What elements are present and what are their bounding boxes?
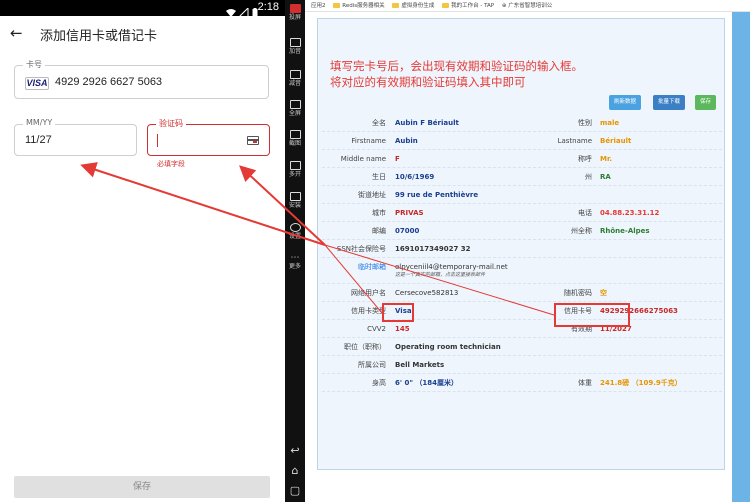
cvv-highlight-box: [382, 303, 414, 322]
more-dots-icon: ⋯: [290, 253, 300, 263]
bookmark-item[interactable]: 应用2: [311, 0, 326, 11]
toolbar-cast[interactable]: 投屏: [285, 4, 305, 21]
title-value: Mr.: [600, 155, 613, 163]
batch-download-button[interactable]: 批量下载: [653, 95, 686, 110]
company-value: Bell Markets: [395, 361, 445, 369]
expiry-highlight-box: [554, 303, 630, 327]
volume-down-icon: [289, 70, 301, 79]
toolbar-multi[interactable]: 多开: [285, 161, 305, 178]
state-value: RA: [600, 173, 611, 181]
clock: 2:18: [257, 1, 279, 13]
password-value: 空: [600, 289, 607, 297]
card-number-label: 卡号: [23, 59, 45, 70]
folder-icon: [333, 3, 341, 8]
expiry-value[interactable]: 11/27: [25, 134, 52, 146]
scissors-icon: [289, 130, 301, 139]
page-content: 填写完卡号后，会出现有效期和验证码的输入框。 将对应的有效期和验证码填入其中即可…: [310, 12, 731, 502]
expiry-label: MM/YY: [23, 118, 56, 127]
ssn-value: 1691017349027 32: [395, 245, 471, 253]
status-bar: 2:18: [0, 0, 285, 18]
card-number-value[interactable]: 4929 2926 6627 5063: [55, 76, 162, 88]
firstname-value: Aubin: [395, 137, 418, 145]
table-row: 所属公司 Bell Markets: [322, 356, 722, 374]
table-row: 邮编 07000 州全称 Rhône-Alpes: [322, 222, 722, 240]
emulator-toolbar: 投屏 加音 减音 全屏 截图 多开 安装 设置 ⋯ 更多 ↩ ⌂ ▢: [285, 0, 305, 502]
cvv-label: 验证码: [156, 118, 186, 129]
table-row: CVV2 145 有效期 11/2027: [322, 320, 722, 338]
bookmark-item[interactable]: 我的工作台 - TAP: [442, 0, 494, 11]
username-value: Cersecove582813: [395, 289, 459, 297]
folder-icon: [442, 3, 450, 8]
visa-logo-icon: VISA: [25, 77, 49, 90]
fullname-value: Aubin F Bériault: [395, 119, 459, 127]
page-title: 添加信用卡或借记卡: [40, 29, 158, 44]
folder-icon: [392, 3, 400, 8]
cvv-field[interactable]: 验证码: [147, 118, 270, 156]
email-hint: 这是一个真实的邮箱，点击这里接收邮件: [395, 272, 486, 278]
browser-window: 应用2 Redis服务器相关 虚拟身份生成 我的工作台 - TAP ⊕ 广东省智…: [305, 0, 750, 502]
volume-up-icon: [289, 38, 301, 47]
table-row: Firstname Aubin Lastname Bériault: [322, 132, 722, 150]
cvv-value: 145: [395, 325, 410, 333]
middlename-value: F: [395, 155, 400, 163]
app-bar: ← 添加信用卡或借记卡: [0, 16, 285, 52]
phone-screen: 2:18 ← 添加信用卡或借记卡 卡号 VISA 4929 2926 6627 …: [0, 0, 285, 502]
table-row: SSN社会保险号 1691017349027 32: [322, 240, 722, 258]
expiry-field[interactable]: MM/YY 11/27: [14, 118, 137, 156]
cast-icon: [289, 4, 301, 13]
toolbar-fullscreen[interactable]: 全屏: [285, 100, 305, 117]
height-value: 6' 0" （184厘米）: [395, 379, 459, 387]
table-row: 职位（职称） Operating room technician: [322, 338, 722, 356]
fullscreen-icon: [289, 100, 301, 109]
toolbar-install[interactable]: 安装: [285, 192, 305, 209]
card-number-field[interactable]: 卡号 VISA 4929 2926 6627 5063: [14, 59, 269, 99]
statefull-value: Rhône-Alpes: [600, 227, 650, 235]
zip-value: 07000: [395, 227, 420, 235]
toolbar-settings[interactable]: 设置: [285, 223, 305, 240]
gear-icon: [289, 223, 301, 232]
toolbar-volume-down[interactable]: 减音: [285, 70, 305, 87]
gender-value: male: [600, 119, 620, 127]
scroll-strip: [732, 12, 750, 502]
toolbar-volume-up[interactable]: 加音: [285, 38, 305, 55]
weight-value: 241.8磅 （109.9千克）: [600, 379, 682, 387]
signal-icon: [237, 3, 249, 18]
bookmark-item[interactable]: ⊕ 广东省智慧培训公: [502, 0, 552, 11]
toolbar-more[interactable]: ⋯ 更多: [285, 253, 305, 271]
job-value: Operating room technician: [395, 343, 501, 351]
multi-window-icon: [289, 161, 301, 170]
back-nav-icon[interactable]: ↩: [289, 444, 301, 457]
required-error-text: 必填字段: [157, 160, 185, 168]
refresh-data-button[interactable]: 刷新数据: [609, 95, 642, 110]
table-row: 临时邮箱 elpyceniil4@temporary-mail.net 这是一个…: [322, 258, 722, 284]
instruction-note: 填写完卡号后，会出现有效期和验证码的输入框。 将对应的有效期和验证码填入其中即可: [330, 59, 583, 89]
text-cursor: [157, 134, 158, 147]
recents-nav-icon[interactable]: ▢: [289, 484, 301, 497]
bookmarks-bar: 应用2 Redis服务器相关 虚拟身份生成 我的工作台 - TAP ⊕ 广东省智…: [305, 0, 750, 12]
city-value: PRIVAS: [395, 209, 424, 217]
home-nav-icon[interactable]: ⌂: [289, 464, 301, 477]
back-arrow-icon[interactable]: ←: [10, 24, 23, 42]
bookmark-item[interactable]: Redis服务器相关: [333, 0, 385, 11]
table-row: 身高 6' 0" （184厘米） 体重 241.8磅 （109.9千克）: [322, 374, 722, 392]
install-icon: [289, 192, 301, 201]
table-row: 街道地址 99 rue de Penthièvre: [322, 186, 722, 204]
table-row: 城市 PRIVAS 电话 04.88.23.31.12: [322, 204, 722, 222]
bookmark-item[interactable]: 虚拟身份生成: [392, 0, 434, 11]
cvv-card-icon: [247, 136, 259, 145]
wifi-icon: [226, 3, 236, 17]
phone-value: 04.88.23.31.12: [600, 209, 660, 217]
table-row: Middle name F 称呼 Mr.: [322, 150, 722, 168]
table-row: 网络用户名 Cersecove582813 随机密码 空: [322, 284, 722, 302]
toolbar-screenshot[interactable]: 截图: [285, 130, 305, 147]
street-value: 99 rue de Penthièvre: [395, 191, 479, 199]
save-button[interactable]: 保存: [14, 476, 270, 498]
birthday-value: 10/6/1969: [395, 173, 435, 181]
save-data-button[interactable]: 保存: [695, 95, 717, 110]
table-row: 生日 10/6/1969 州 RA: [322, 168, 722, 186]
lastname-value: Bériault: [600, 137, 632, 145]
table-row: 全名 Aubin F Bériault 性别 male: [322, 114, 722, 132]
